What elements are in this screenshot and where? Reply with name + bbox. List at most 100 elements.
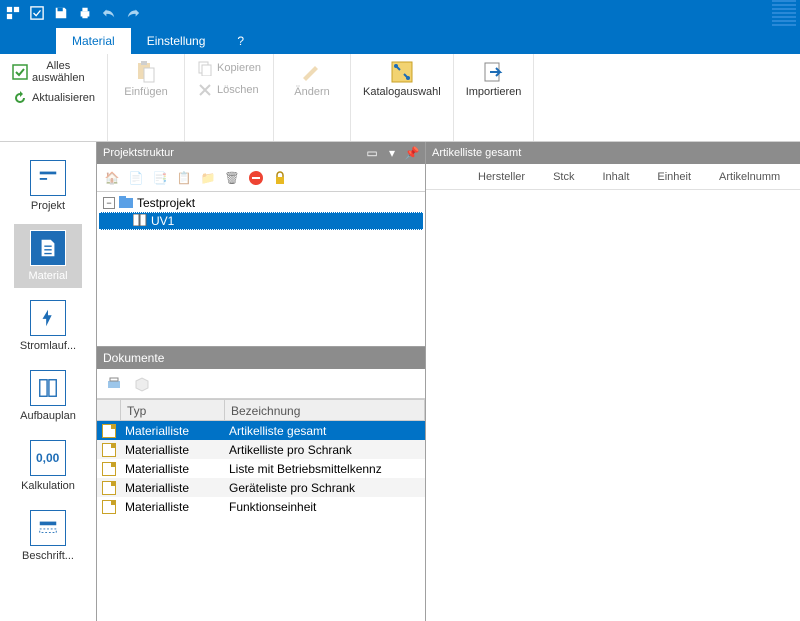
col-artikelnumm[interactable]: Artikelnumm [719, 171, 780, 183]
copy-button[interactable]: Kopieren [193, 58, 265, 78]
print-doc-icon[interactable] [105, 375, 123, 393]
side-nav: Projekt Material Stromlauf... Aufbauplan… [0, 142, 96, 621]
select-all-icon [12, 64, 28, 80]
save-icon[interactable] [52, 4, 70, 22]
tree-child-label: UV1 [151, 214, 174, 228]
delete-button[interactable]: Löschen [193, 80, 265, 100]
sidenav-label: Beschrift... [16, 550, 80, 562]
artikelliste-header: Artikelliste gesamt [426, 142, 800, 164]
dokumente-title: Dokumente [103, 351, 164, 365]
col-typ[interactable]: Typ [121, 400, 225, 420]
sidenav-beschrift[interactable]: Beschrift... [14, 504, 82, 568]
center-pane: Projektstruktur ▭ ▾ 📌 🏠 📄 📑 📋 📁 🗑 − Test… [96, 142, 426, 621]
app-icon[interactable] [4, 4, 22, 22]
select-all-button[interactable]: Alles auswählen [8, 58, 99, 86]
tb-icon-1[interactable]: 📄 [127, 169, 145, 187]
cell-typ: Materialliste [121, 462, 225, 476]
tb-icon-2[interactable]: 📑 [151, 169, 169, 187]
col-einheit[interactable]: Einheit [657, 171, 691, 183]
doc-icon [97, 500, 121, 514]
pin-icon[interactable]: 📌 [405, 146, 419, 160]
paste-button[interactable]: Einfügen [116, 58, 176, 100]
cell-bez: Artikelliste pro Schrank [225, 443, 425, 457]
col-hersteller[interactable]: Hersteller [478, 171, 525, 183]
redo-icon[interactable] [124, 4, 142, 22]
table-row[interactable]: MateriallisteListe mit Betriebsmittelken… [97, 459, 425, 478]
projektstruktur-header: Projektstruktur ▭ ▾ 📌 [97, 142, 425, 164]
tree-child[interactable]: UV1 [99, 212, 423, 230]
col-stck[interactable]: Stck [553, 171, 574, 183]
sidenav-stromlauf[interactable]: Stromlauf... [14, 294, 82, 358]
doc-icon [97, 481, 121, 495]
table-row[interactable]: MateriallisteArtikelliste pro Schrank [97, 440, 425, 459]
refresh-button[interactable]: Aktualisieren [8, 88, 99, 108]
cell-typ: Materialliste [121, 500, 225, 514]
import-label: Importieren [466, 86, 522, 98]
sidenav-label: Stromlauf... [16, 340, 80, 352]
dokumente-header: Dokumente [97, 347, 425, 369]
box-icon[interactable] [133, 375, 151, 393]
sidenav-label: Material [16, 270, 80, 282]
catalog-button[interactable]: Katalogauswahl [359, 58, 445, 100]
edit-icon [300, 60, 324, 84]
table-header: Typ Bezeichnung [97, 399, 425, 421]
checkbox-icon[interactable] [28, 4, 46, 22]
import-icon [482, 60, 506, 84]
home-icon[interactable]: 🏠 [103, 169, 121, 187]
dokumente-toolbar [97, 369, 425, 399]
cell-bez: Liste mit Betriebsmittelkennz [225, 462, 425, 476]
material-icon [30, 230, 66, 266]
sidenav-kalkulation[interactable]: 0,00 Kalkulation [14, 434, 82, 498]
edit-button[interactable]: Ändern [282, 58, 342, 100]
sidenav-label: Aufbauplan [16, 410, 80, 422]
table-row[interactable]: MateriallisteGeräteliste pro Schrank [97, 478, 425, 497]
doc-icon [97, 462, 121, 476]
title-bar [0, 0, 800, 26]
right-title: Artikelliste gesamt [432, 147, 794, 159]
tb-icon-3[interactable]: 📋 [175, 169, 193, 187]
cell-typ: Materialliste [121, 424, 225, 438]
cell-bez: Funktionseinheit [225, 500, 425, 514]
sidenav-aufbauplan[interactable]: Aufbauplan [14, 364, 82, 428]
tree-root-label: Testprojekt [137, 196, 195, 210]
tb-icon-5[interactable]: 🗑 [223, 169, 241, 187]
lock-icon[interactable] [271, 169, 289, 187]
main-area: Projekt Material Stromlauf... Aufbauplan… [0, 142, 800, 621]
panel-title: Projektstruktur [103, 147, 359, 159]
edit-label: Ändern [294, 86, 329, 98]
table-row[interactable]: MateriallisteFunktionseinheit [97, 497, 425, 516]
print-icon[interactable] [76, 4, 94, 22]
stromlauf-icon [30, 300, 66, 336]
col-inhalt[interactable]: Inhalt [602, 171, 629, 183]
tab-material[interactable]: Material [56, 28, 131, 54]
import-button[interactable]: Importieren [462, 58, 526, 100]
col-bez[interactable]: Bezeichnung [225, 400, 425, 420]
paste-label: Einfügen [124, 86, 167, 98]
stop-icon[interactable] [247, 169, 265, 187]
tab-help[interactable]: ? [221, 28, 260, 54]
expand-icon[interactable]: − [103, 197, 115, 209]
kalkulation-icon: 0,00 [30, 440, 66, 476]
table-row[interactable]: MateriallisteArtikelliste gesamt [97, 421, 425, 440]
aufbauplan-icon [30, 370, 66, 406]
tb-icon-4[interactable]: 📁 [199, 169, 217, 187]
copy-icon [197, 60, 213, 76]
project-tree: − Testprojekt UV1 [97, 192, 425, 347]
node-icon [133, 214, 147, 229]
ribbon-tabs: Material Einstellung ? [0, 26, 800, 54]
beschrift-icon [30, 510, 66, 546]
catalog-label: Katalogauswahl [363, 86, 441, 98]
sidenav-material[interactable]: Material [14, 224, 82, 288]
sidenav-label: Kalkulation [16, 480, 80, 492]
window-pos-icon[interactable]: ▭ [365, 146, 379, 160]
ribbon: Alles auswählen Aktualisieren Einfügen K… [0, 54, 800, 142]
sidenav-projekt[interactable]: Projekt [14, 154, 82, 218]
right-pane: Artikelliste gesamt Hersteller Stck Inha… [426, 142, 800, 621]
tab-einstellung[interactable]: Einstellung [131, 28, 222, 54]
doc-icon [97, 443, 121, 457]
tree-root[interactable]: − Testprojekt [99, 194, 423, 212]
cell-bez: Geräteliste pro Schrank [225, 481, 425, 495]
undo-icon[interactable] [100, 4, 118, 22]
dokumente-table: Typ Bezeichnung MateriallisteArtikellist… [97, 399, 425, 621]
dropdown-icon[interactable]: ▾ [385, 146, 399, 160]
